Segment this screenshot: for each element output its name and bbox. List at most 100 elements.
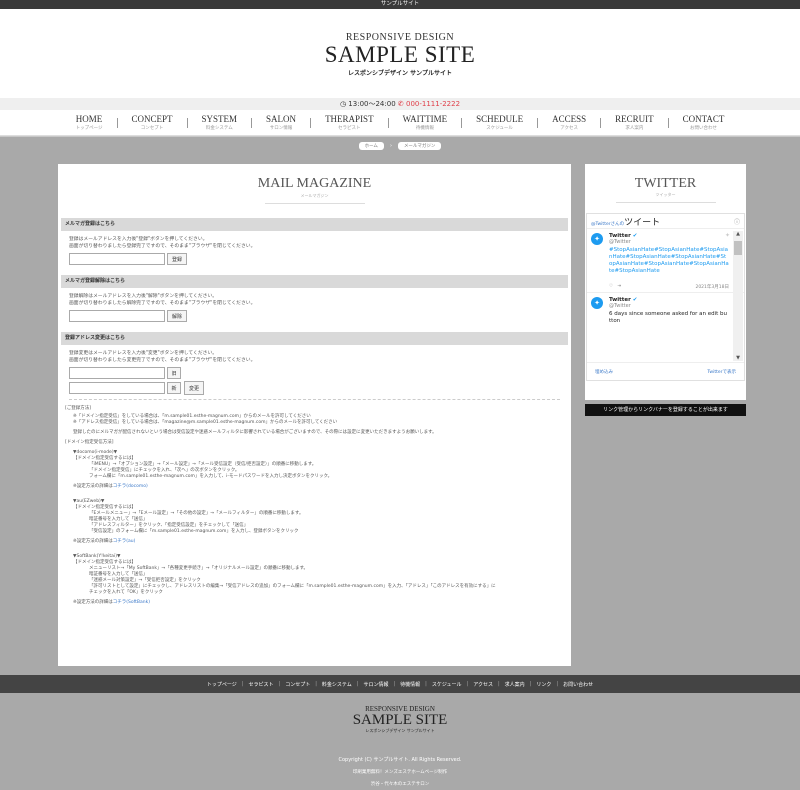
nav-label-jp: 料金システム bbox=[205, 126, 233, 131]
cancel-email-input[interactable] bbox=[69, 310, 165, 322]
title-divider bbox=[615, 202, 716, 203]
logo-title[interactable]: SAMPLE SITE bbox=[0, 43, 800, 67]
footer-nav-item[interactable]: トップページ bbox=[207, 681, 237, 688]
cancel-text-2: 画面が切り替わりましたら解除完了ですので、そのまま"ブラウザ"を閉じてください。 bbox=[69, 300, 256, 306]
detail-prefix: ※設定方法の詳細は bbox=[73, 539, 113, 544]
twitter-bird-icon[interactable]: ✦ bbox=[591, 297, 603, 309]
footer-nav-item[interactable]: アクセス bbox=[473, 681, 493, 688]
twitter-bird-icon[interactable]: ✦ bbox=[591, 233, 603, 245]
au-detail-link[interactable]: コチラ(au) bbox=[113, 539, 136, 544]
nav-item-contact[interactable]: CONTACT お問い合わせ bbox=[669, 114, 739, 131]
register-heading: メルマガ登録はこちら bbox=[61, 218, 568, 231]
scroll-thumb[interactable] bbox=[734, 241, 742, 255]
tweet-item[interactable]: ✦ Twitter ✔ @Twitter 6 days since someon… bbox=[587, 293, 744, 327]
business-hours: 13:00〜24:00 bbox=[348, 100, 396, 108]
site-topbar: サンプルサイト bbox=[0, 0, 800, 9]
twitter-logo-icon: ✦ bbox=[724, 232, 730, 239]
link-banner[interactable]: リンク管理からリンクバナーを登録することが出来ます bbox=[585, 404, 746, 416]
change-button[interactable]: 変更 bbox=[184, 381, 205, 395]
tweet-item[interactable]: ✦ Twitter ✔ @Twitter #StopAsianHate#Stop… bbox=[587, 229, 744, 293]
footer-nav-item[interactable]: お問い合わせ bbox=[563, 681, 593, 688]
footer-text-2[interactable]: 渋谷・代々木のエステサロン bbox=[0, 781, 800, 787]
nav-label-en: WAITTIME bbox=[402, 114, 448, 124]
footer-nav-separator: | bbox=[466, 681, 469, 687]
site-footer: RESPONSIVE DESIGN SAMPLE SITE レスポンシブデザイン… bbox=[0, 693, 800, 790]
footer-nav-separator: | bbox=[529, 681, 532, 687]
softbank-detail: ※設定方法の詳細はコチラ(SoftBank) bbox=[65, 600, 564, 606]
twitter-section-title: TWITTER ツイッター bbox=[585, 164, 746, 203]
cancel-heading: メルマガ登録解除はこちら bbox=[61, 275, 568, 288]
footer-nav-item[interactable]: スケジュール bbox=[432, 681, 462, 688]
footer-nav-item[interactable]: 待機情報 bbox=[400, 681, 420, 688]
footer-nav-separator: | bbox=[556, 681, 559, 687]
tweet-handle: @Twitter bbox=[609, 303, 631, 309]
old-email-input[interactable] bbox=[69, 367, 165, 379]
nav-label-en: HOME bbox=[75, 114, 103, 124]
timeline-footer: 埋め込み Twitterで表示 bbox=[587, 362, 744, 380]
footer-nav-item[interactable]: リンク bbox=[536, 681, 551, 688]
tweet-text[interactable]: #StopAsianHate#StopAsianHate#StopAsianHa… bbox=[609, 247, 729, 275]
change-text-2: 画面が切り替わりましたら変更完了ですので、そのまま"ブラウザ"を閉じてください。 bbox=[69, 357, 256, 363]
info-icon[interactable]: ⓘ bbox=[734, 217, 740, 226]
nav-label-jp: お問い合わせ bbox=[690, 126, 717, 131]
nav-item-salon[interactable]: SALON サロン情報 bbox=[252, 114, 310, 131]
view-on-twitter-link[interactable]: Twitterで表示 bbox=[707, 369, 736, 375]
nav-item-home[interactable]: HOME トップページ bbox=[62, 114, 117, 131]
footer-text-1[interactable]: 印刷業用無料！メンズエステホームページ制作 bbox=[0, 769, 800, 775]
main-nav: HOME トップページ CONCEPT コンセプト SYSTEM 料金システム SALON サ… bbox=[0, 110, 800, 136]
nav-label-jp: 待機情報 bbox=[415, 126, 434, 131]
topbar-text: サンプルサイト bbox=[380, 1, 420, 7]
nav-item-therapist[interactable]: THERAPIST セラピスト bbox=[311, 114, 388, 131]
timeline-owner[interactable]: @Twitterさんの bbox=[591, 222, 624, 227]
softbank-detail-link[interactable]: コチラ(SoftBank) bbox=[113, 600, 150, 605]
twitter-timeline[interactable]: @Twitterさんのツイート ⓘ ✦ Twitter ✔ @Twitter #… bbox=[586, 213, 745, 381]
info-bar: ◷ 13:00〜24:00 ✆ 000-1111-2222 bbox=[0, 98, 800, 110]
footer-nav-item[interactable]: サロン情報 bbox=[363, 681, 388, 688]
register-email-input[interactable] bbox=[69, 253, 165, 265]
nav-label-en: ACCESS bbox=[552, 114, 587, 124]
breadcrumb: ホーム › メールマガジン bbox=[0, 136, 800, 155]
logo-japanese: レスポンシブデザイン サンプルサイト bbox=[348, 70, 452, 77]
tweet-text[interactable]: 6 days since someone asked for an edit b… bbox=[609, 311, 729, 325]
new-label: 新 bbox=[167, 382, 181, 394]
nav-item-system[interactable]: SYSTEM 料金システム bbox=[188, 114, 252, 131]
twitter-sidebar: TWITTER ツイッター @Twitterさんのツイート ⓘ ✦ Twitte… bbox=[585, 164, 746, 400]
like-icon[interactable]: ♡ bbox=[609, 284, 613, 289]
nav-item-waittime[interactable]: WAITTIME 待機情報 bbox=[389, 114, 462, 131]
nav-item-access[interactable]: ACCESS アクセス bbox=[538, 114, 600, 131]
footer-nav-item[interactable]: 求人案内 bbox=[505, 681, 525, 688]
register-button[interactable]: 登録 bbox=[167, 253, 188, 265]
new-email-input[interactable] bbox=[69, 382, 165, 394]
cancel-button[interactable]: 解除 bbox=[167, 310, 188, 322]
footer-logo-title[interactable]: SAMPLE SITE bbox=[0, 713, 800, 728]
mail-title-en: MAIL MAGAZINE bbox=[257, 176, 372, 191]
nav-label-en: SCHEDULE bbox=[476, 114, 524, 124]
verified-icon: ✔ bbox=[632, 233, 638, 239]
docomo-detail-link[interactable]: コチラ(docomo) bbox=[113, 484, 148, 489]
embed-link[interactable]: 埋め込み bbox=[595, 369, 613, 375]
twitter-title-jp: ツイッター bbox=[655, 192, 676, 197]
footer-nav-separator: | bbox=[425, 681, 427, 687]
help-divider bbox=[69, 399, 560, 400]
nav-item-schedule[interactable]: SCHEDULE スケジュール bbox=[462, 114, 537, 131]
footer-nav-separator: | bbox=[497, 681, 500, 687]
clock-icon: ◷ bbox=[339, 100, 347, 108]
phone-number[interactable]: 000-1111-2222 bbox=[406, 100, 460, 108]
nav-item-concept[interactable]: CONCEPT コンセプト bbox=[118, 114, 187, 131]
old-label: 旧 bbox=[167, 367, 181, 379]
detail-prefix: ※設定方法の詳細は bbox=[73, 600, 113, 605]
footer-nav-item[interactable]: セラピスト bbox=[249, 681, 274, 688]
footer-nav: トップページ | セラピスト | コンセプト | 料金システム | サロン情報 | 待機情報 | スケジ… bbox=[0, 675, 800, 693]
share-icon[interactable]: ⇥ bbox=[617, 284, 621, 289]
scroll-up-icon[interactable]: ▲ bbox=[733, 231, 743, 237]
timeline-scrollbar[interactable]: ▲ ▼ bbox=[733, 231, 743, 361]
nav-item-recruit[interactable]: RECRUIT 求人案内 bbox=[601, 114, 668, 131]
tweet-date[interactable]: 2021年3月18日 bbox=[695, 284, 729, 290]
footer-nav-item[interactable]: 料金システム bbox=[322, 681, 352, 688]
detail-prefix: ※設定方法の詳細は bbox=[73, 484, 113, 489]
breadcrumb-home[interactable]: ホーム bbox=[358, 142, 384, 150]
nav-label-en: CONCEPT bbox=[131, 114, 173, 124]
breadcrumb-current: メールマガジン bbox=[397, 142, 442, 150]
footer-nav-item[interactable]: コンセプト bbox=[285, 681, 310, 688]
scroll-down-icon[interactable]: ▼ bbox=[733, 355, 743, 361]
